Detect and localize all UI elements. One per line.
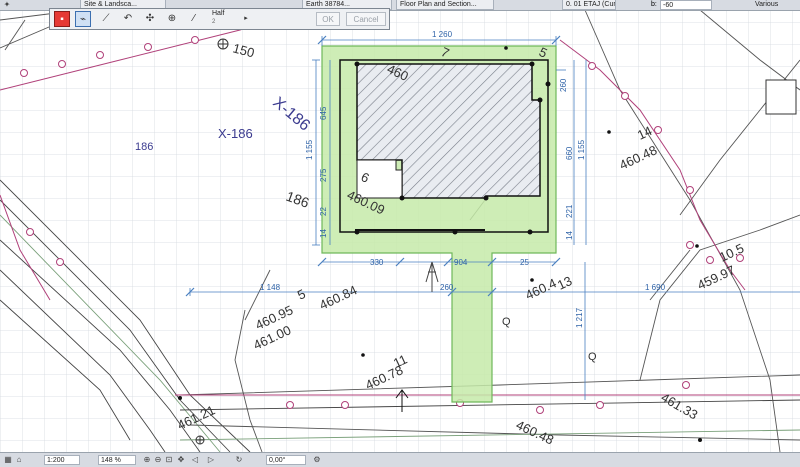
dim-22: 22 xyxy=(319,207,328,216)
various-label: Various xyxy=(755,1,779,8)
dim-645: 645 xyxy=(319,106,328,120)
status-bar: ▦ ⌂ 1:200 148 % ⊕ ⊖ ⊡ ✥ ◁ ▷ ↻ 0,00° ⚙ xyxy=(0,452,800,467)
arc-tool-icon[interactable]: ↶ xyxy=(120,11,136,27)
dropdown-arrow-icon[interactable]: ▸ xyxy=(238,11,254,27)
fit-window-icon[interactable]: ⊡ xyxy=(164,455,174,465)
tree-marker-q1: Q xyxy=(502,316,511,328)
dim-1690: 1 690 xyxy=(645,283,666,292)
dim-1155-right: 1 155 xyxy=(577,139,586,160)
scale-field[interactable]: 1:200 xyxy=(44,455,80,465)
dim-14-right: 14 xyxy=(565,231,574,240)
dim-260-bottom: 260 xyxy=(440,283,454,292)
pan-icon[interactable]: ✥ xyxy=(176,455,186,465)
dim-904: 904 xyxy=(454,258,468,267)
app-icon[interactable]: ✦ xyxy=(2,0,12,10)
zoom-out-icon[interactable]: ⊖ xyxy=(153,455,163,465)
tool-palette: ▪ ⌁ ⟋ ↶ ✣ ⊕ ⁄ Half 2 ▸ OK Cancel xyxy=(49,8,390,30)
cancel-button[interactable]: Cancel xyxy=(346,12,386,26)
zone-number-186: 186 xyxy=(135,141,153,153)
line-tool-icon[interactable]: ⟋ xyxy=(98,11,114,27)
dim-1260: 1 260 xyxy=(432,30,453,39)
selection-method-button[interactable]: ⌁ xyxy=(75,11,91,27)
line-type-icon[interactable]: ⁄ xyxy=(186,11,202,27)
dim-221: 221 xyxy=(565,204,574,218)
story-selector[interactable]: 0. 01 ETAJ (Current) xyxy=(562,0,616,10)
zoom-tool-icon[interactable]: ⊕ xyxy=(164,11,180,27)
drawing-canvas[interactable]: X-186 X-186 186 186 150 1 260 645 1 155 … xyxy=(0,0,800,466)
b-value-field[interactable]: -60 xyxy=(660,0,712,10)
tree-marker-q2: Q xyxy=(588,351,597,363)
stop-button[interactable]: ▪ xyxy=(54,11,70,27)
dim-1155-left: 1 155 xyxy=(305,139,314,160)
half-sub-label: 2 xyxy=(212,19,216,25)
b-label: b: xyxy=(651,1,657,8)
dim-660: 660 xyxy=(565,146,574,160)
settings-icon[interactable]: ⚙ xyxy=(312,455,322,465)
survey-station-150 xyxy=(217,38,229,50)
survey-station-bottom xyxy=(195,435,205,445)
ok-button[interactable]: OK xyxy=(316,12,340,26)
dim-275: 275 xyxy=(319,168,328,182)
previous-view-icon[interactable]: ◁ xyxy=(190,455,200,465)
zoom-in-icon[interactable]: ⊕ xyxy=(142,455,152,465)
angle-field[interactable]: 0,00° xyxy=(266,455,306,465)
layout-icon[interactable]: ▦ xyxy=(3,455,13,465)
right-box xyxy=(765,79,797,115)
next-view-icon[interactable]: ▷ xyxy=(206,455,216,465)
zone-label-x186: X-186 xyxy=(218,126,253,141)
dim-260-top: 260 xyxy=(559,78,568,92)
zoom-field[interactable]: 148 % xyxy=(98,455,136,465)
dim-330: 330 xyxy=(370,258,384,267)
tab-floor-plan[interactable]: Floor Plan and Section... xyxy=(396,0,494,10)
orientation-icon[interactable]: ↻ xyxy=(234,455,244,465)
dim-14-left: 14 xyxy=(319,229,328,238)
dim-1217: 1 217 xyxy=(575,307,584,328)
node-tool-icon[interactable]: ✣ xyxy=(142,11,158,27)
half-label: Half xyxy=(212,10,225,17)
dim-1148: 1 148 xyxy=(260,283,281,292)
dim-25: 25 xyxy=(520,258,529,267)
home-icon[interactable]: ⌂ xyxy=(14,455,24,465)
